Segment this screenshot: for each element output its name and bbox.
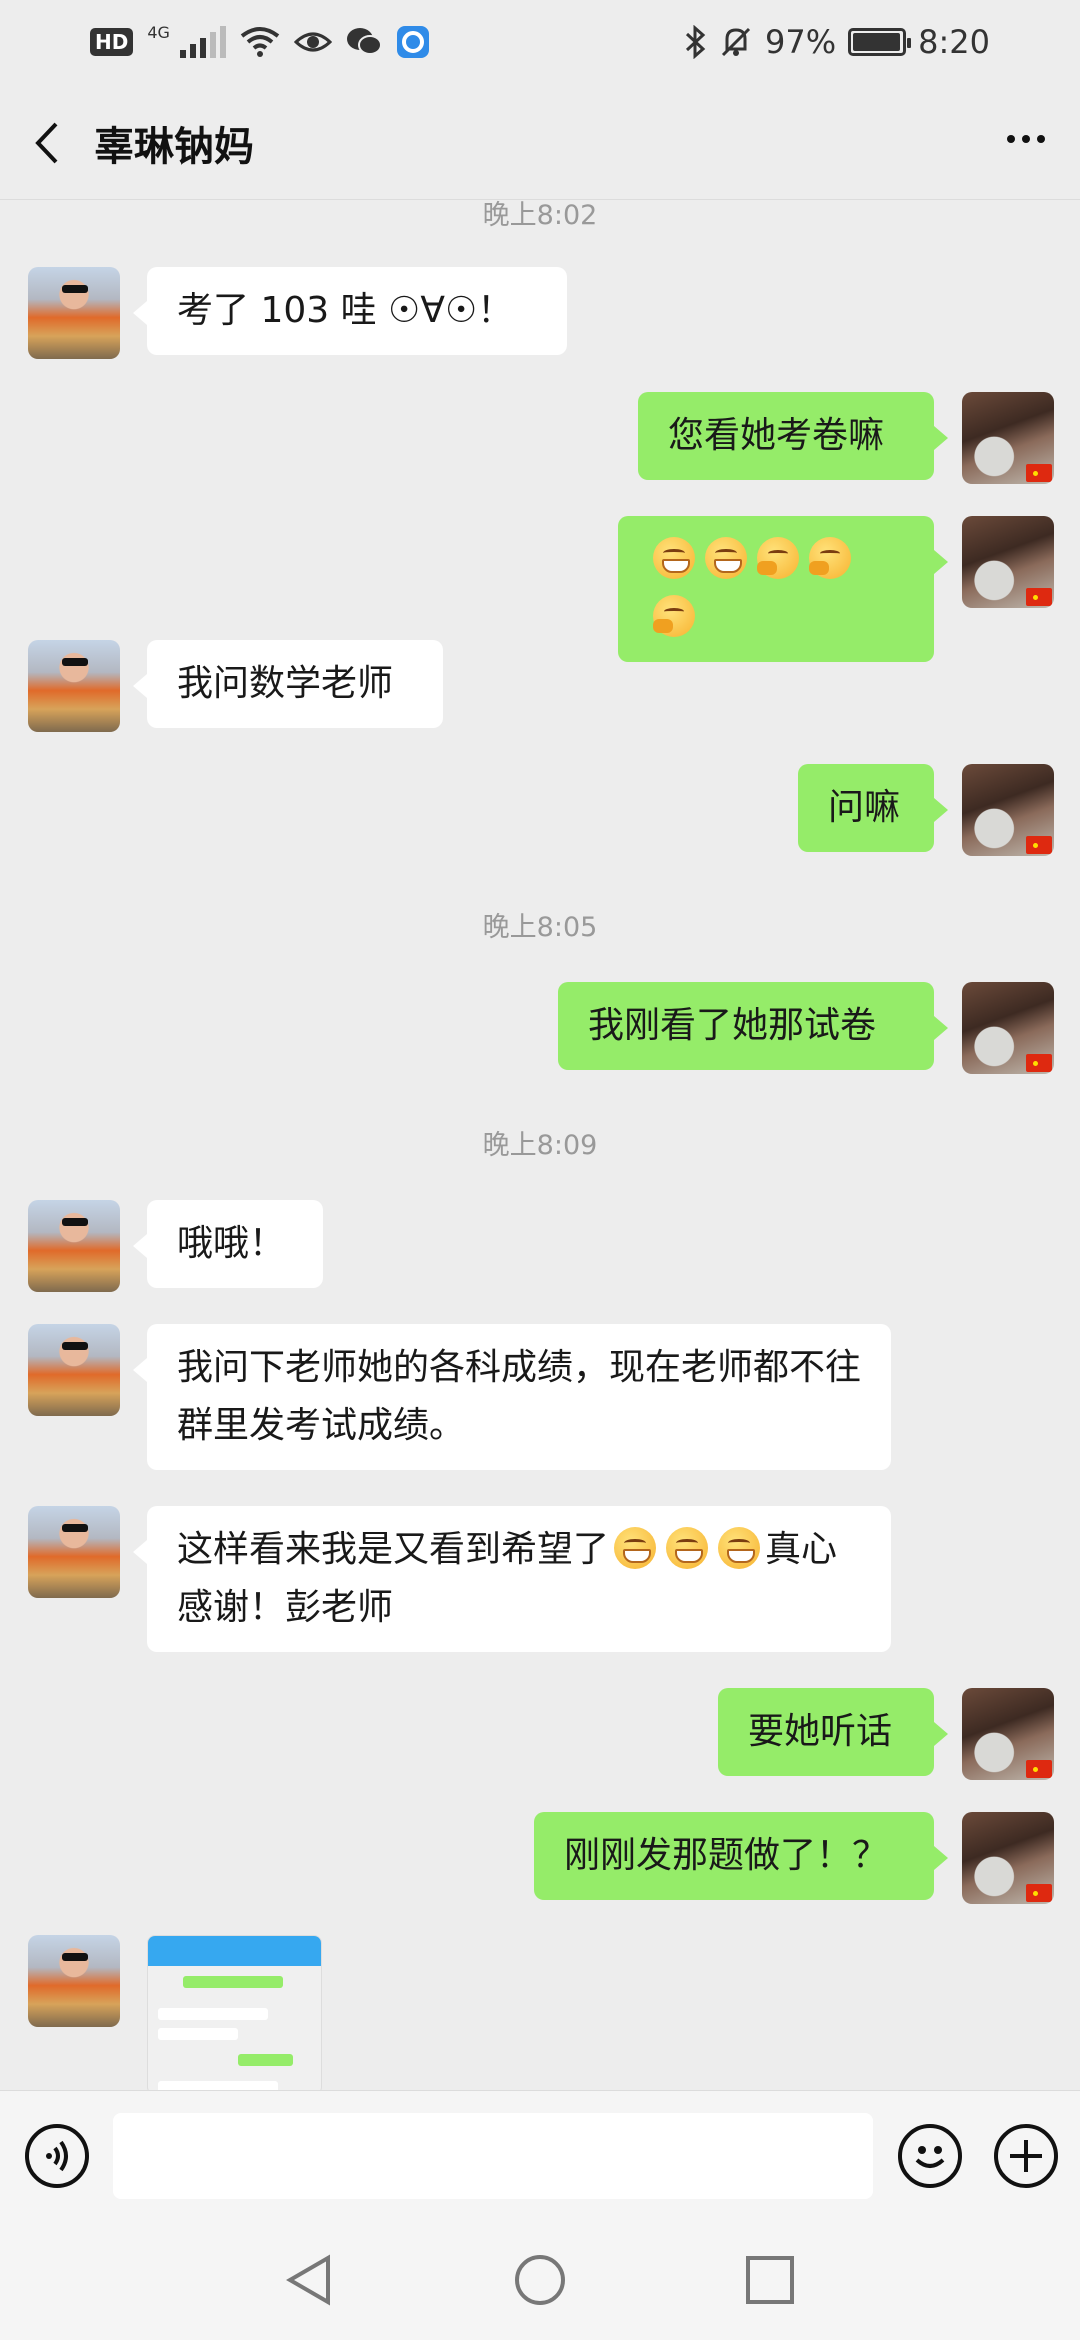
plus-icon[interactable]: [994, 2124, 1058, 2188]
chevron-left-icon[interactable]: [28, 118, 68, 168]
bluetooth-icon: [685, 25, 706, 59]
message-bubble-sent[interactable]: 刚刚发那题做了！？: [534, 1812, 948, 1900]
signal-icon: [179, 26, 226, 58]
system-navigation-bar: [0, 2220, 1080, 2340]
thinking-emoji-icon: [809, 537, 851, 579]
my-avatar[interactable]: [962, 392, 1054, 484]
battery-percent: 97%: [765, 23, 837, 61]
input-bar: [0, 2090, 1080, 2220]
thinking-emoji-icon: [653, 595, 695, 637]
message-bubble-received[interactable]: 我问下老师她的各科成绩，现在老师都不往群里发考试成绩。: [133, 1324, 891, 1470]
grin-emoji-icon: [718, 1527, 761, 1569]
message-bubble-received[interactable]: 我问数学老师: [133, 640, 443, 728]
contact-avatar[interactable]: [28, 267, 120, 359]
clock: 8:20: [918, 23, 990, 61]
my-avatar[interactable]: [962, 1688, 1054, 1780]
message-bubble-received[interactable]: 哦哦！: [133, 1200, 323, 1288]
home-circle-icon[interactable]: [512, 2252, 568, 2308]
contact-avatar[interactable]: [28, 1200, 120, 1292]
eye-icon: [293, 32, 332, 52]
smiley-icon[interactable]: [898, 2124, 962, 2188]
grin-emoji-icon: [653, 537, 695, 579]
hd-badge: HD: [90, 28, 134, 56]
contact-avatar[interactable]: [28, 640, 120, 732]
recents-square-icon[interactable]: [742, 2252, 798, 2308]
grin-emoji-icon: [614, 1527, 657, 1569]
message-bubble-received[interactable]: 这样看来我是又看到希望了 真心感谢！彭老师: [133, 1506, 891, 1652]
voice-icon[interactable]: [25, 2124, 89, 2188]
chat-header: 辜琳钠妈: [0, 84, 1080, 200]
message-text: 这样看来我是又看到希望了: [177, 1529, 610, 1570]
battery-icon: [848, 28, 912, 56]
timestamp: 晚上8:02: [482, 200, 598, 231]
back-triangle-icon[interactable]: [282, 2252, 338, 2308]
contact-avatar[interactable]: [28, 1324, 120, 1416]
wechat-notification-icon: [346, 28, 382, 55]
message-bubble-sent[interactable]: 我刚看了她那试卷: [558, 982, 948, 1070]
grin-emoji-icon: [666, 1527, 709, 1569]
my-avatar[interactable]: [962, 1812, 1054, 1904]
my-avatar[interactable]: [962, 764, 1054, 856]
app-notification-icon: [396, 26, 429, 58]
my-avatar[interactable]: [962, 516, 1054, 608]
my-avatar[interactable]: [962, 982, 1054, 1074]
timestamp: 晚上8:09: [482, 1130, 598, 1161]
chat-title: 辜琳钠妈: [94, 124, 254, 170]
grin-emoji-icon: [705, 537, 747, 579]
message-list[interactable]: 晚上8:02 考了 103 哇 ☉∀☉！ 您看她考卷嘛 我问数学老师 问嘛 晚上…: [0, 200, 1080, 2090]
message-bubble-sent-emoji[interactable]: [618, 516, 948, 662]
message-bubble-received[interactable]: 考了 103 哇 ☉∀☉！: [133, 267, 567, 355]
wifi-icon: [240, 27, 280, 57]
mute-bell-icon: [721, 27, 751, 57]
status-bar: HD 4G 97% 8:20: [0, 0, 1080, 84]
network-type: 4G: [147, 22, 170, 42]
contact-avatar[interactable]: [28, 1506, 120, 1598]
message-bubble-sent[interactable]: 您看她考卷嘛: [638, 392, 948, 480]
message-bubble-sent[interactable]: 要她听话: [718, 1688, 948, 1776]
thinking-emoji-icon: [757, 537, 799, 579]
contact-avatar[interactable]: [28, 1935, 120, 2027]
wechat-chat-screen: HD 4G 97% 8:20 辜琳钠妈 晚上8:02 考了 103 哇 ☉∀☉！: [0, 0, 1080, 2340]
image-message-thumbnail[interactable]: [147, 1935, 322, 2090]
message-input[interactable]: [113, 2113, 873, 2199]
more-dots-icon[interactable]: [996, 114, 1056, 164]
timestamp: 晚上8:05: [482, 912, 598, 943]
message-bubble-sent[interactable]: 问嘛: [798, 764, 948, 852]
